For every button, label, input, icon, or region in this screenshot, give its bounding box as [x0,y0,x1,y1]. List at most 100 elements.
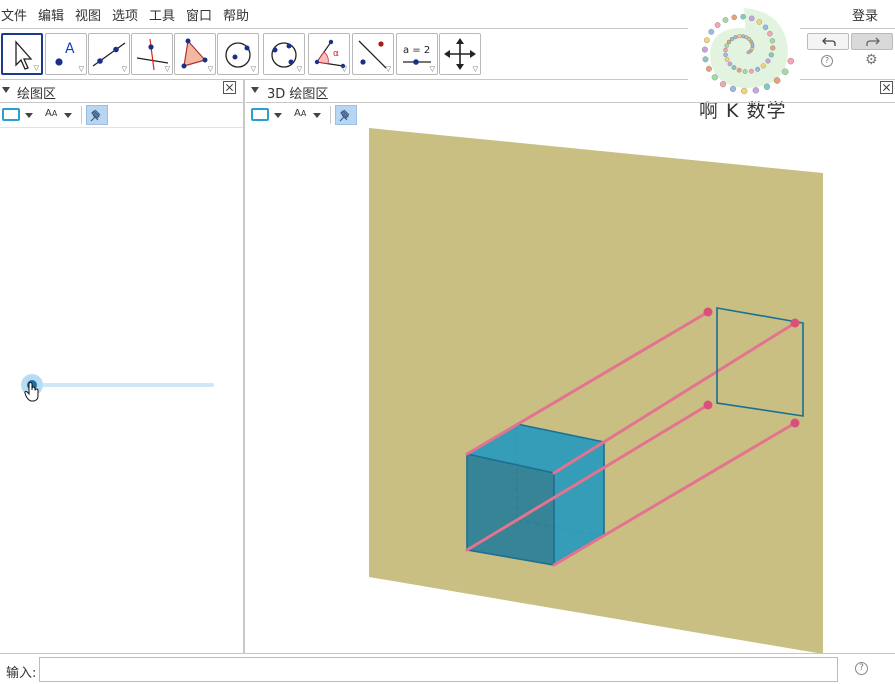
slider-tool-label: a = 2 [403,45,430,56]
help-icon[interactable]: ? [821,55,833,67]
input-field[interactable] [39,657,838,682]
menu-options[interactable]: 选项 [112,5,138,24]
menu-view[interactable]: 视图 [75,5,101,24]
logo-dot [714,22,721,28]
tool-menu-triangle-icon: ▽ [207,65,213,73]
view3d-style-bar: AA [246,103,895,127]
pin-icon[interactable] [86,105,108,125]
logo-dot [701,46,708,53]
reflect-tool-button[interactable]: ▽ [352,33,394,75]
style-bar-divider [330,106,331,124]
login-link[interactable]: 登录 [852,5,878,24]
redo-icon [866,37,880,46]
pushpin-icon [339,109,350,122]
logo-dot [704,37,710,44]
perpendicular-line-tool-button[interactable]: ▽ [131,33,173,75]
slider-track[interactable] [32,383,214,387]
menu-help[interactable]: 帮助 [223,5,249,24]
logo-dot [768,52,774,58]
logo-dot [748,15,755,22]
tool-menu-triangle-icon: ▽ [472,65,478,73]
move-tool-button[interactable]: ▽ [1,33,43,75]
panel-splitter[interactable] [243,80,245,654]
logo-dot [724,43,729,48]
logo-dot [741,34,746,39]
panel-collapse-icon[interactable] [2,87,10,93]
tool-menu-triangle-icon: ▽ [296,65,302,73]
style-bar-divider [81,106,82,124]
font-size-icon[interactable]: AA [45,108,57,119]
point-tool-label: A [65,41,75,57]
input-label: 输入: [6,666,37,681]
logo-dot [731,65,737,70]
tool-menu-triangle-icon: ▽ [121,65,127,73]
show-axes-icon[interactable] [2,108,20,121]
polygon-tool-button[interactable]: ▽ [174,33,216,75]
logo-dot [770,45,776,51]
logo-dot [723,52,728,58]
axes-dropdown-icon[interactable] [274,113,282,118]
logo-dot [740,13,746,20]
angle-tool-button[interactable]: α ▽ [308,33,350,75]
logo-dot [769,38,775,44]
style-bar-divider-line [0,127,243,128]
pushpin-icon [90,109,101,122]
view3d-panel-title: 3D 绘图区 [267,87,329,102]
logo-dot [708,28,715,35]
tool-menu-triangle-icon: ▽ [250,65,256,73]
logo-dot [781,68,789,76]
input-help-icon[interactable]: ? [855,662,868,675]
gear-icon[interactable]: ⚙ [865,52,878,68]
menu-window[interactable]: 窗口 [186,5,212,24]
tool-menu-triangle-icon: ▽ [341,65,347,73]
menu-file[interactable]: 文件 [1,5,27,24]
logo-dot [729,36,735,42]
input-bar: 输入: ? [0,654,895,684]
logo-dot [723,47,728,53]
close-graphics-panel-icon[interactable] [223,81,236,94]
line-tool-button[interactable]: ▽ [88,33,130,75]
menu-tools[interactable]: 工具 [149,5,175,24]
circle-three-points-tool-button[interactable]: ▽ [263,33,305,75]
hand-cursor-icon [24,382,39,402]
font-size-icon[interactable]: AA [294,108,306,119]
graphics-panel-title: 绘图区 [17,87,57,102]
point-tool-button[interactable]: A ▽ [45,33,87,75]
angle-tool-label: α [333,49,339,59]
logo-dot [744,35,749,40]
axes-dropdown-icon[interactable] [25,113,33,118]
graphics-style-bar: AA [0,103,243,127]
scene3d [369,128,823,654]
panel-collapse-icon[interactable] [251,87,259,93]
view3d-panel-header: 3D 绘图区 [246,80,895,102]
tool-menu-triangle-icon: ▽ [385,65,391,73]
logo-dot [749,68,754,74]
logo-swirl-shape [710,8,788,88]
show-axes-icon[interactable] [251,108,269,121]
view3d-canvas[interactable] [246,128,895,654]
tool-menu-triangle-icon: ▽ [33,64,39,72]
circle-center-tool-button[interactable]: ▽ [217,33,259,75]
logo-dot [787,57,795,65]
logo-dot [726,39,732,45]
pin-icon[interactable] [335,105,357,125]
redo-button[interactable] [851,33,893,50]
logo-dot [736,67,742,73]
tool-menu-triangle-icon: ▽ [429,65,435,73]
menu-edit[interactable]: 编辑 [38,5,64,24]
logo-dot [724,57,730,62]
logo-dot [755,66,761,72]
undo-button[interactable] [807,33,849,50]
slider-tool-button[interactable]: a = 2 ▽ [396,33,438,75]
close-view3d-panel-icon[interactable] [880,81,893,94]
logo-dot [767,31,773,37]
logo-dot [733,35,738,40]
logo-dot [731,14,737,21]
logo-dot [727,61,733,67]
logo-dot [756,19,762,25]
logo-dot [742,69,748,74]
tool-menu-triangle-icon: ▽ [78,65,84,73]
font-size-dropdown-icon[interactable] [313,113,321,118]
move-graphics-view-tool-button[interactable]: ▽ [439,33,481,75]
font-size-dropdown-icon[interactable] [64,113,72,118]
